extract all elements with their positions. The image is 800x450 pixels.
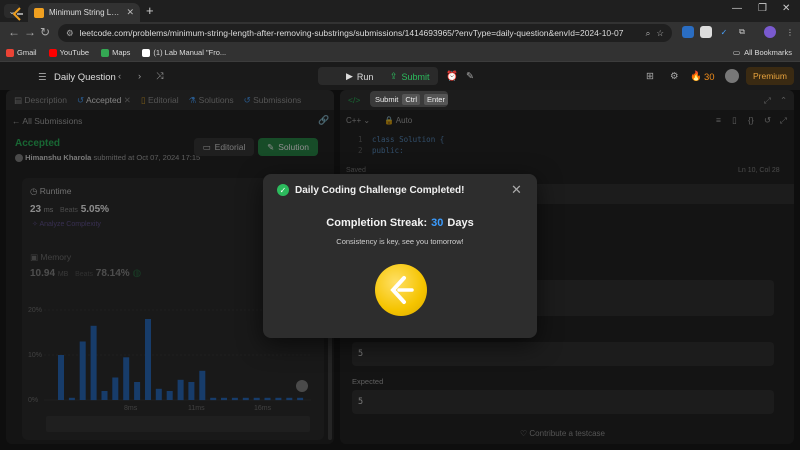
bookmark-gmail[interactable]: Gmail (6, 48, 37, 57)
maps-icon (101, 48, 110, 57)
submit-shortcut-tooltip: Submit Ctrl Enter (370, 91, 448, 107)
extensions-puzzle-icon[interactable]: ⧉ (736, 26, 748, 38)
run-button[interactable]: ▶ Run (346, 71, 373, 82)
new-tab-icon[interactable]: + (146, 3, 154, 18)
settings-gear-icon[interactable]: ⚙ (670, 71, 679, 82)
play-icon: ▶ (346, 71, 353, 81)
bookmark-lab-manual[interactable]: (1) Lab Manual "Fro... (142, 48, 226, 57)
submit-button[interactable]: ⇪ Submit (390, 71, 430, 82)
extension-icon[interactable] (700, 26, 712, 38)
bookmark-maps[interactable]: Maps (101, 48, 130, 57)
leetcode-logo-icon (390, 276, 414, 304)
all-bookmarks[interactable]: ▭ All Bookmarks (733, 48, 792, 57)
bookmark-youtube[interactable]: YouTube (48, 48, 89, 57)
prev-problem-icon[interactable]: ‹ (118, 71, 121, 82)
zoom-icon[interactable]: ⌕ (646, 28, 651, 39)
modal-tagline: Consistency is key, see you tomorrow! (336, 237, 464, 246)
upload-icon: ⇪ (390, 71, 398, 81)
completion-streak: Completion Streak: 30 Days (326, 217, 474, 229)
site-info-icon[interactable]: ⚙ (66, 28, 74, 39)
modal-title: Daily Coding Challenge Completed! (295, 185, 465, 196)
daily-question-title[interactable]: Daily Question (54, 72, 116, 83)
leetcode-coin-icon (375, 264, 427, 316)
leetcode-logo-icon[interactable] (12, 7, 24, 21)
extension-icon[interactable]: ✓ (718, 26, 730, 38)
timer-icon[interactable]: ⏰ (446, 71, 458, 82)
maximize-icon[interactable]: ❐ (758, 3, 767, 14)
tab-title: Minimum String Length After R (49, 8, 121, 17)
user-avatar[interactable] (725, 69, 739, 83)
profile-avatar[interactable] (764, 26, 776, 38)
browser-toolbar: ← → ↻ ⚙ leetcode.com/problems/minimum-st… (0, 22, 800, 44)
gmail-icon (6, 48, 14, 57)
window-close-icon[interactable]: ✕ (782, 3, 790, 14)
problem-list-icon[interactable]: ☰ (38, 72, 47, 83)
streak-number: 30 (431, 217, 444, 229)
close-icon[interactable]: ✕ (511, 182, 522, 198)
bookmarks-bar: Gmail YouTube Maps (1) Lab Manual "Fro..… (0, 44, 800, 62)
extension-icon[interactable] (682, 26, 694, 38)
youtube-icon (48, 48, 57, 57)
streak-count[interactable]: 30 (704, 72, 715, 83)
forward-icon[interactable]: → (24, 25, 36, 39)
next-problem-icon[interactable]: › (138, 71, 141, 82)
notes-icon[interactable]: ✎ (466, 71, 474, 82)
bookmark-star-icon[interactable]: ☆ (656, 28, 664, 39)
daily-challenge-modal: ✓ Daily Coding Challenge Completed! ✕ Co… (263, 174, 537, 338)
browser-tab[interactable]: Minimum String Length After R ✕ (28, 3, 140, 22)
minimize-icon[interactable]: — (732, 3, 742, 14)
layout-icon[interactable]: ⊞ (646, 71, 654, 82)
check-circle-icon: ✓ (277, 184, 289, 196)
shuffle-icon[interactable]: ⤨ (156, 71, 164, 82)
folder-icon: ▭ (732, 48, 741, 57)
url-text: leetcode.com/problems/minimum-string-len… (79, 28, 624, 38)
document-icon (142, 48, 151, 57)
back-icon[interactable]: ← (8, 25, 20, 39)
browser-menu-icon[interactable]: ⋮ (784, 26, 796, 38)
premium-button[interactable]: Premium (746, 67, 794, 85)
reload-icon[interactable]: ↻ (40, 25, 50, 39)
close-tab-icon[interactable]: ✕ (126, 7, 134, 18)
address-bar[interactable]: ⚙ leetcode.com/problems/minimum-string-l… (58, 24, 672, 42)
leetcode-favicon-icon (34, 7, 44, 18)
streak-fire-icon: 🔥 (690, 71, 702, 82)
